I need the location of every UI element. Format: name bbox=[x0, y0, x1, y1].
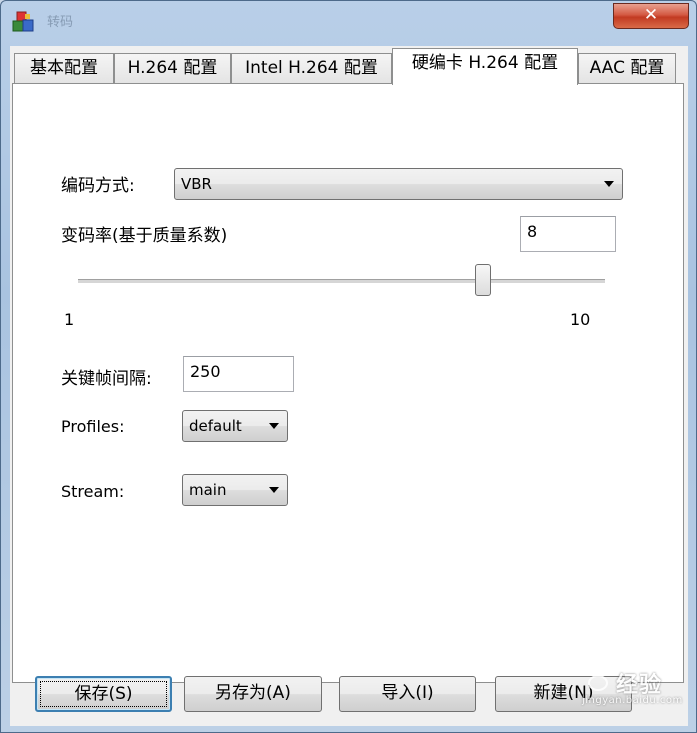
stream-select[interactable]: main bbox=[182, 474, 288, 506]
profiles-label: Profiles: bbox=[61, 417, 125, 436]
watermark: 经验 jingyan.baidu.com bbox=[578, 651, 683, 713]
dialog-client-area: 基本配置 H.264 配置 Intel H.264 配置 硬编卡 H.264 配… bbox=[10, 46, 688, 726]
keyframe-interval-label: 关键帧间隔: bbox=[61, 369, 152, 389]
stream-label: Stream: bbox=[61, 482, 125, 501]
watermark-url: jingyan.baidu.com bbox=[582, 695, 683, 706]
slider-min-label: 1 bbox=[64, 310, 75, 329]
close-icon: ✕ bbox=[643, 5, 659, 25]
dialog-window: 转码 ✕ 基本配置 H.264 配置 Intel H.264 配置 硬编卡 H.… bbox=[0, 0, 697, 733]
encode-mode-value: VBR bbox=[181, 175, 212, 193]
tab-hardware-h264-config[interactable]: 硬编卡 H.264 配置 bbox=[392, 48, 578, 85]
window-title: 转码 bbox=[47, 15, 74, 30]
stream-value: main bbox=[189, 481, 227, 499]
app-icon bbox=[12, 11, 34, 32]
encode-mode-select[interactable]: VBR bbox=[174, 168, 623, 200]
tab-panel: 编码方式: VBR 变码率(基于质量系数) 8 1 10 关键帧间隔: 250 … bbox=[12, 83, 684, 683]
focus-rectangle bbox=[40, 681, 167, 707]
bitrate-label: 变码率(基于质量系数) bbox=[61, 226, 228, 246]
paw-icon bbox=[583, 661, 614, 691]
tab-intel-h264-config[interactable]: Intel H.264 配置 bbox=[231, 53, 392, 83]
encode-mode-label: 编码方式: bbox=[61, 176, 135, 196]
save-as-button[interactable]: 另存为(A) bbox=[184, 676, 322, 712]
import-button[interactable]: 导入(I) bbox=[339, 676, 476, 712]
title-bar[interactable]: 转码 ✕ bbox=[1, 1, 696, 39]
quality-slider-thumb[interactable] bbox=[475, 264, 491, 296]
keyframe-interval-field[interactable]: 250 bbox=[183, 356, 294, 392]
chevron-down-icon bbox=[269, 487, 279, 493]
tab-strip: 基本配置 H.264 配置 Intel H.264 配置 硬编卡 H.264 配… bbox=[10, 46, 688, 85]
tab-aac-config[interactable]: AAC 配置 bbox=[578, 53, 676, 83]
tab-h264-config[interactable]: H.264 配置 bbox=[114, 53, 231, 83]
slider-max-label: 10 bbox=[570, 310, 591, 329]
tab-basic-config[interactable]: 基本配置 bbox=[14, 53, 114, 83]
quality-slider-track[interactable] bbox=[78, 279, 605, 284]
save-button[interactable]: 保存(S) bbox=[35, 676, 172, 712]
profiles-select[interactable]: default bbox=[182, 410, 288, 442]
bitrate-value-field[interactable]: 8 bbox=[520, 216, 616, 252]
profiles-value: default bbox=[189, 417, 242, 435]
close-button[interactable]: ✕ bbox=[613, 3, 689, 29]
chevron-down-icon bbox=[269, 423, 279, 429]
chevron-down-icon bbox=[604, 181, 614, 187]
